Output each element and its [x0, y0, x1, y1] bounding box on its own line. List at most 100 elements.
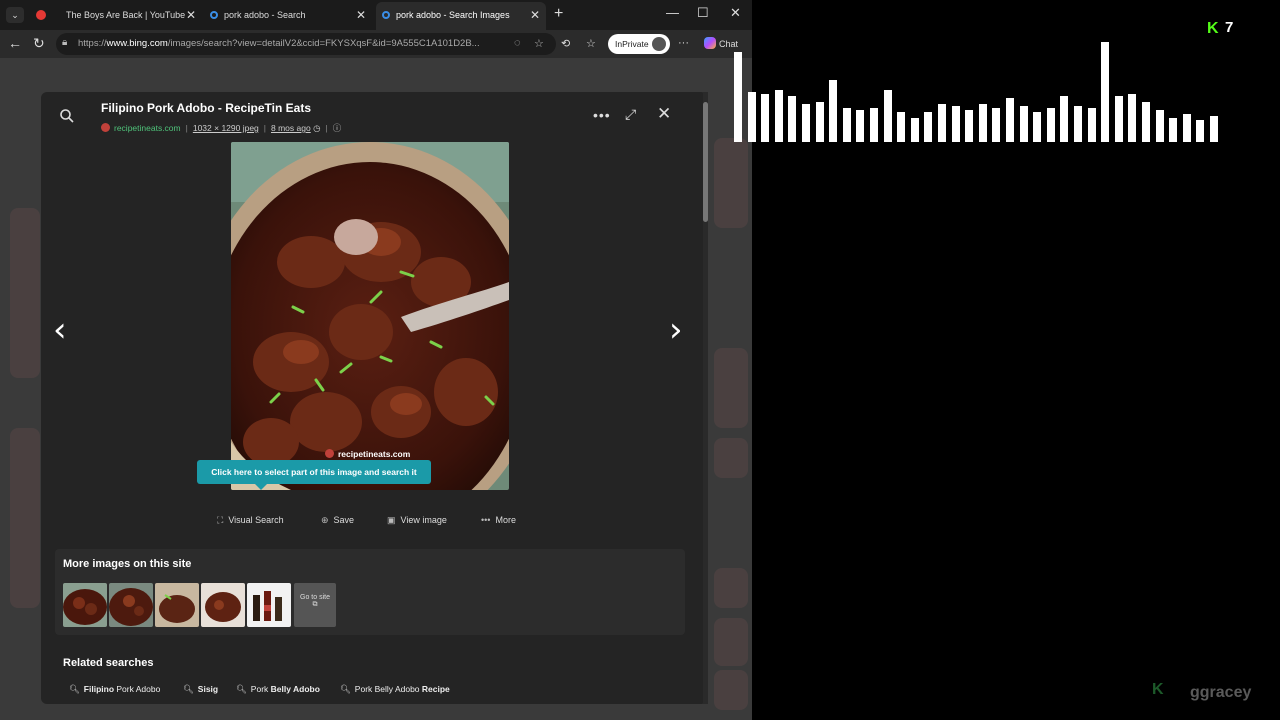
- visualizer-bar: [856, 110, 865, 142]
- result-image[interactable]: [714, 618, 748, 666]
- lock-icon: 🔒︎: [62, 37, 68, 48]
- kick-watermark-icon: K: [1152, 681, 1164, 698]
- image-watermark: recipetineats.com: [325, 449, 410, 459]
- close-tab-icon[interactable]: ✕: [186, 2, 196, 28]
- search-icon: 🔍︎: [236, 684, 247, 694]
- tracking-icon[interactable]: ◌: [514, 37, 521, 49]
- site-link[interactable]: recipetineats.com: [114, 123, 181, 133]
- result-image[interactable]: [714, 568, 748, 608]
- main-image[interactable]: [231, 142, 509, 490]
- search-icon: [382, 11, 390, 19]
- visualizer-bar: [1155, 110, 1164, 142]
- scrollbar-thumb[interactable]: [703, 102, 708, 222]
- visualizer-bar: [1087, 108, 1096, 142]
- thumbnail-4[interactable]: [201, 583, 245, 627]
- more-icon[interactable]: •••: [593, 107, 611, 123]
- save-button[interactable]: ⊕ Save: [321, 515, 354, 526]
- visualizer-bar: [1182, 114, 1191, 142]
- inprivate-badge[interactable]: InPrivate: [608, 34, 670, 54]
- tab-search[interactable]: pork adobo - Search ✕: [204, 2, 372, 30]
- chat-label: Chat: [719, 39, 739, 49]
- more-button[interactable]: ••• More: [481, 515, 516, 525]
- visualizer-bar: [992, 108, 1001, 142]
- site-favicon-icon: [101, 123, 110, 132]
- thumbnail-1[interactable]: [63, 583, 107, 627]
- refresh-button[interactable]: ↻: [33, 35, 45, 52]
- close-tab-icon[interactable]: ✕: [356, 2, 366, 28]
- visualizer-bar: [1128, 94, 1137, 142]
- thumbnail-5[interactable]: [247, 583, 291, 627]
- avatar: [652, 37, 666, 51]
- visualizer-bar: [924, 112, 933, 142]
- info-icon[interactable]: ⓘ: [333, 123, 342, 133]
- related-search-sisig[interactable]: 🔍︎ Sisig: [183, 684, 218, 695]
- image-meta: recipetineats.com | 1032 × 1290 jpeg | 8 mos…: [101, 122, 341, 134]
- visualizer-bar: [910, 118, 919, 142]
- minimize-button[interactable]: —: [666, 5, 679, 20]
- expand-icon[interactable]: ⤢: [625, 106, 636, 123]
- visualizer-bar: [761, 94, 770, 142]
- visual-search-icon: ⛶: [217, 515, 224, 525]
- result-image[interactable]: [714, 438, 748, 478]
- thumbnail-3[interactable]: [155, 583, 199, 627]
- save-icon: ⊕: [321, 515, 329, 525]
- result-image[interactable]: [10, 208, 40, 378]
- visualizer-bar: [734, 52, 742, 142]
- visualizer-bar: [788, 96, 797, 142]
- visual-search-button[interactable]: ⛶ Visual Search: [217, 515, 284, 526]
- more-dots-icon: •••: [481, 515, 491, 525]
- result-image[interactable]: [714, 670, 748, 710]
- image-dimensions[interactable]: 1032 × 1290 jpeg: [193, 123, 259, 133]
- modal-scrollbar[interactable]: [703, 92, 708, 704]
- search-icon: 🔍︎: [183, 684, 194, 694]
- favorite-star-icon[interactable]: ☆: [534, 37, 544, 50]
- tab-label: pork adobo - Search: [224, 10, 306, 20]
- tab-actions-menu[interactable]: ⌄: [6, 7, 24, 23]
- view-image-icon: ▣: [387, 515, 396, 525]
- result-image[interactable]: [714, 348, 748, 428]
- image-age[interactable]: 8 mos ago: [271, 123, 311, 133]
- tab-youtube[interactable]: The Boys Are Back | YouTube ✕: [30, 2, 202, 30]
- screen: ⌄ The Boys Are Back | YouTube ✕ pork ado…: [0, 0, 1280, 720]
- tab-label: The Boys Are Back | YouTube: [66, 10, 186, 20]
- external-link-icon: ⧉: [312, 601, 318, 608]
- visualizer-bar: [951, 106, 960, 142]
- window-close-button[interactable]: ✕: [730, 5, 741, 21]
- visualizer-bar: [1060, 96, 1069, 142]
- close-icon[interactable]: ✕: [657, 104, 671, 124]
- audio-visualizer-overlay: K 7 K ggracey: [734, 0, 1280, 720]
- copilot-chat-button[interactable]: Chat: [704, 37, 738, 49]
- more-images-title: More images on this site: [63, 558, 192, 570]
- streamer-name: ggracey: [1190, 684, 1252, 701]
- viewer-count: 7: [1225, 19, 1234, 36]
- image-title[interactable]: Filipino Pork Adobo - RecipeTin Eats: [101, 101, 311, 115]
- visualizer-bar: [1046, 108, 1055, 142]
- related-search-filipino-pork-adobo[interactable]: 🔍︎ Filipino Pork Adobo: [69, 684, 160, 695]
- visualizer-bar: [1033, 112, 1042, 142]
- visualizer-bar: [870, 108, 878, 142]
- visualizer-bar: [1114, 96, 1123, 142]
- favorites-icon[interactable]: ☆: [586, 37, 596, 50]
- close-tab-icon[interactable]: ✕: [530, 2, 540, 28]
- prev-arrow-icon[interactable]: ‹: [53, 310, 67, 350]
- maximize-button[interactable]: ☐: [697, 5, 709, 21]
- address-bar[interactable]: 🔒︎ https://www.bing.com/images/search?vi…: [56, 33, 556, 55]
- related-search-pork-belly-adobo[interactable]: 🔍︎ Pork Belly Adobo: [236, 684, 320, 695]
- result-image[interactable]: [10, 428, 40, 608]
- result-image[interactable]: [714, 138, 748, 228]
- view-image-button[interactable]: ▣ View image: [387, 515, 447, 526]
- visual-search-tooltip[interactable]: Click here to select part of this image …: [197, 460, 431, 490]
- visualizer-bar: [1074, 106, 1082, 142]
- tab-search-images[interactable]: pork adobo - Search Images ✕: [376, 2, 546, 30]
- search-icon[interactable]: [59, 108, 75, 124]
- next-arrow-icon[interactable]: ›: [669, 310, 683, 350]
- thumbnail-2[interactable]: [109, 583, 153, 627]
- visualizer-bar: [802, 104, 810, 142]
- go-to-site-button[interactable]: Go to site ⧉: [294, 583, 336, 627]
- visualizer-bar: [1169, 118, 1178, 142]
- settings-more-icon[interactable]: ···: [678, 37, 689, 49]
- related-search-pork-belly-adobo-recipe[interactable]: 🔍︎ Pork Belly Adobo Recipe: [340, 684, 450, 695]
- reading-icon[interactable]: ⟲: [561, 37, 570, 50]
- back-button[interactable]: ←: [8, 35, 22, 51]
- new-tab-button[interactable]: +: [554, 5, 563, 23]
